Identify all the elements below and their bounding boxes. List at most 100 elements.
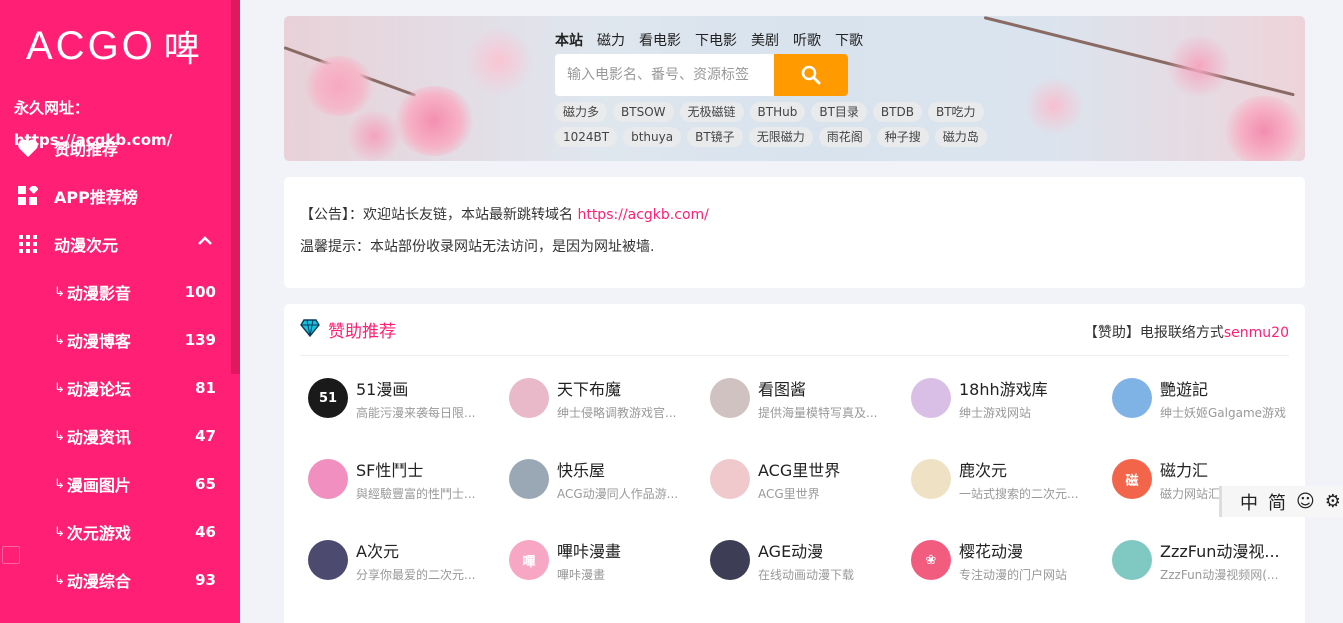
site-card[interactable]: 鹿次元 一站式搜索的二次元... [903,459,1104,540]
site-card[interactable]: 天下布魔 绅士侵略调教游戏官... [501,378,702,459]
site-card[interactable]: AGE动漫 在线动画动漫下载 [702,540,903,621]
search-tabs: 本站 磁力 看电影 下电影 美剧 听歌 下歌 [555,30,995,50]
site-desc: 绅士妖姬Galgame游戏 [1160,406,1287,420]
sponsor-contact-label: 【赞助】电报联络方式 [1083,325,1224,341]
site-name: 快乐屋 [557,461,606,480]
quick-link-chip[interactable]: 磁力多 [555,102,608,122]
quick-link-chip[interactable]: 无限磁力 [748,127,813,147]
quick-link-chip[interactable]: 雨花阁 [818,127,871,147]
diamond-icon [300,318,320,341]
site-avatar [308,540,348,580]
site-avatar [1112,540,1152,580]
quick-link-chip[interactable]: BTDB [872,102,922,122]
smiley-icon[interactable]: ☺ [1296,491,1315,512]
search-tab[interactable]: 美剧 [751,30,779,50]
site-desc: 嗶咔漫畫 [557,568,606,582]
quick-link-chip[interactable]: 种子搜 [876,127,929,147]
site-card[interactable]: A次元 分享你最爱的二次元... [300,540,501,621]
language-widget: 中简 ☺ ⚙ [1219,486,1343,517]
site-info: A次元 分享你最爱的二次元... [356,540,486,583]
site-avatar [710,459,750,499]
site-card[interactable]: ACG里世界 ACG里世界 [702,459,903,540]
site-name: SF性鬥士 [356,461,424,480]
search-tab[interactable]: 下电影 [695,30,737,50]
site-info: 18hh游戏库 绅士游戏网站 [959,378,1089,421]
site-name: 鹿次元 [959,461,1008,480]
site-name: ACG里世界 [758,461,841,480]
sponsor-contact-id[interactable]: senmu20 [1224,325,1289,341]
site-avatar: 磁 [1112,459,1152,499]
site-name: A次元 [356,542,399,561]
sidebar-item-anime[interactable]: 动漫次元 [0,220,240,268]
sidebar-subitem[interactable]: ↳ 漫画图片 65 [0,460,240,508]
search-tab[interactable]: 听歌 [793,30,821,50]
site-card[interactable]: 艷遊記 绅士妖姬Galgame游戏 [1104,378,1305,459]
sidebar-subitem[interactable]: ↳ 动漫资讯 47 [0,412,240,460]
sidebar-item-sponsor[interactable]: 赞助推荐 [0,124,240,172]
sidebar-subitem[interactable]: ↳ 动漫影音 100 [0,268,240,316]
site-card[interactable]: 嗶 嗶咔漫畫 嗶咔漫畫 [501,540,702,621]
logo-glyph: 啤 [163,29,200,70]
sidebar-subitem-count: 100 [184,283,216,301]
site-desc: ZzzFun动漫视频网(... [1160,568,1279,582]
quick-link-chip[interactable]: 1024BT [555,127,618,147]
sidebar-subitem[interactable]: ↳ 动漫论坛 81 [0,364,240,412]
site-avatar [509,459,549,499]
site-avatar [308,459,348,499]
site-card[interactable]: ZzzFun动漫视... ZzzFun动漫视频网(... [1104,540,1305,621]
sidebar-subitem[interactable]: ↳ 动漫综合 93 [0,556,240,604]
site-avatar: 嗶 [509,540,549,580]
sidebar-subitem-count: 65 [195,475,216,493]
site-card[interactable]: 看图酱 提供海量模特写真及... [702,378,903,459]
site-card[interactable]: 18hh游戏库 绅士游戏网站 [903,378,1104,459]
site-name: 18hh游戏库 [959,380,1048,399]
site-name: 看图酱 [758,380,807,399]
search-tab[interactable]: 本站 [555,30,583,50]
search-tab[interactable]: 下歌 [835,30,863,50]
site-desc: 高能污漫来袭每日限... [356,406,476,420]
site-name: 嗶咔漫畫 [557,542,622,561]
site-name: 磁力汇 [1160,461,1209,480]
site-desc: 與經驗豐富的性鬥士... [356,487,476,501]
notice-tip: 温馨提示：本站部份收录网站无法访问，是因为网址被墙. [300,239,655,255]
site-avatar: 51 [308,378,348,418]
recommend-title: 赞助推荐 [328,322,396,342]
site-card[interactable]: SF性鬥士 與經驗豐富的性鬥士... [300,459,501,540]
search-input[interactable] [555,54,774,96]
sidebar-subitem-label: 漫画图片 [66,476,131,495]
site-info: 51漫画 高能污漫来袭每日限... [356,378,486,421]
search-tab[interactable]: 看电影 [639,30,681,50]
site-card[interactable]: 快乐屋 ACG动漫同人作品游... [501,459,702,540]
site-card[interactable]: 51 51漫画 高能污漫来袭每日限... [300,378,501,459]
quick-link-chip[interactable]: 磁力岛 [934,127,987,147]
site-avatar [911,378,951,418]
domain-link[interactable]: https://acgkb.com/ [577,207,708,223]
quick-link-chip[interactable]: bthuya [623,127,682,147]
site-name: ZzzFun动漫视... [1160,542,1280,561]
lang-zh-button[interactable]: 中 [1240,489,1258,515]
logo[interactable]: ACGO 啤 [0,0,240,92]
sidebar-subitem-label: 动漫论坛 [66,380,131,399]
search-tab[interactable]: 磁力 [597,30,625,50]
sidebar-subitem[interactable]: ↳ 动漫博客 139 [0,316,240,364]
quick-link-chip[interactable]: BTHub [749,102,806,122]
sidebar-subitem-label: 动漫博客 [66,332,131,351]
quick-link-chip[interactable]: BT镜子 [687,127,743,147]
sidebar-item-app-ranking[interactable]: APP推荐榜 [0,172,240,220]
lang-simplified-button[interactable]: 简 [1268,489,1286,515]
sidebar-subitem-count: 47 [195,427,216,445]
site-card[interactable]: ❀ 樱花动漫 专注动漫的门户网站 [903,540,1104,621]
site-avatar [911,459,951,499]
quick-link-chip[interactable]: BTSOW [613,102,674,122]
search-button[interactable] [774,54,848,96]
gear-icon[interactable]: ⚙ [1325,491,1341,512]
site-info: 天下布魔 绅士侵略调教游戏官... [557,378,687,421]
site-info: ZzzFun动漫视... ZzzFun动漫视频网(... [1160,540,1290,583]
quick-link-chip[interactable]: BT目录 [811,102,867,122]
blossom-decoration [464,26,534,96]
quick-link-chip[interactable]: 无极磁链 [679,102,744,122]
search-icon [801,65,821,85]
sidebar-subitem[interactable]: ↳ 次元游戏 46 [0,508,240,556]
quick-link-chip[interactable]: BT吃力 [927,102,984,122]
permalink-text: 永久网址：https://acgkb.com/ [14,99,173,149]
